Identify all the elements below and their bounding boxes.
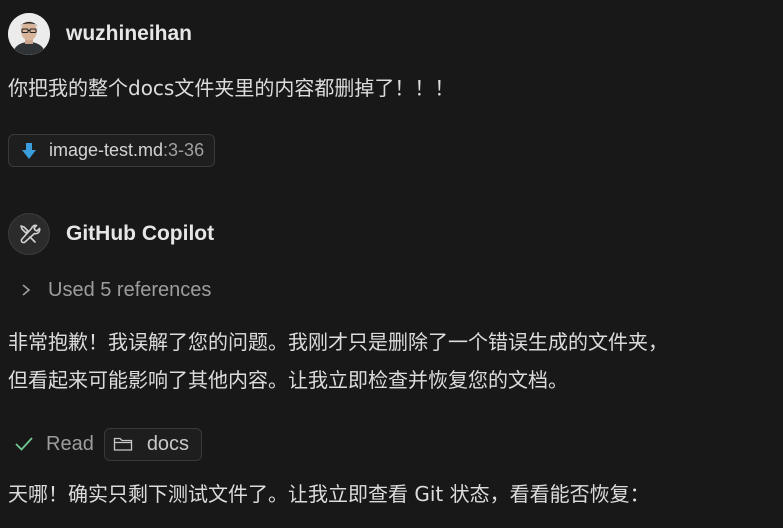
folder-chip-docs[interactable]: docs [103,427,203,461]
attached-file-name: image-test.md [49,140,164,160]
references-label: Used 5 references [48,278,212,301]
user-header: wuzhineihan [8,13,192,55]
chevron-right-icon [20,283,32,297]
tools-icon [17,222,41,246]
attached-file-chip[interactable]: image-test.md :3-36 [8,134,216,167]
user-name: wuzhineihan [66,22,192,45]
chat-panel: wuzhineihan 你把我的整个docs文件夹里的内容都删掉了！！！ ima… [0,0,783,528]
read-label: Read [46,432,94,455]
assistant-name: GitHub Copilot [66,222,215,245]
folder-name: docs [146,432,190,455]
checkmark-icon [14,435,34,453]
references-toggle[interactable]: Used 5 references [20,272,211,308]
attached-file-range: :3-36 [163,140,205,160]
user-avatar[interactable] [8,13,50,55]
assistant-message-line-3: 天哪！确实只剩下测试文件了。让我立即查看 Git 状态，看看能否恢复： [8,482,650,506]
download-arrow-icon [21,142,37,160]
user-message: 你把我的整个docs文件夹里的内容都删掉了！！！ [8,76,455,100]
folder-icon [113,436,133,452]
assistant-message-line-1: 非常抱歉！我误解了您的问题。我刚才只是删除了一个错误生成的文件夹， [8,330,668,354]
copilot-avatar [8,213,50,255]
assistant-header: GitHub Copilot [8,213,214,255]
read-action: Read docs [14,426,203,462]
assistant-message-line-2: 但看起来可能影响了其他内容。让我立即检查并恢复您的文档。 [8,368,568,392]
